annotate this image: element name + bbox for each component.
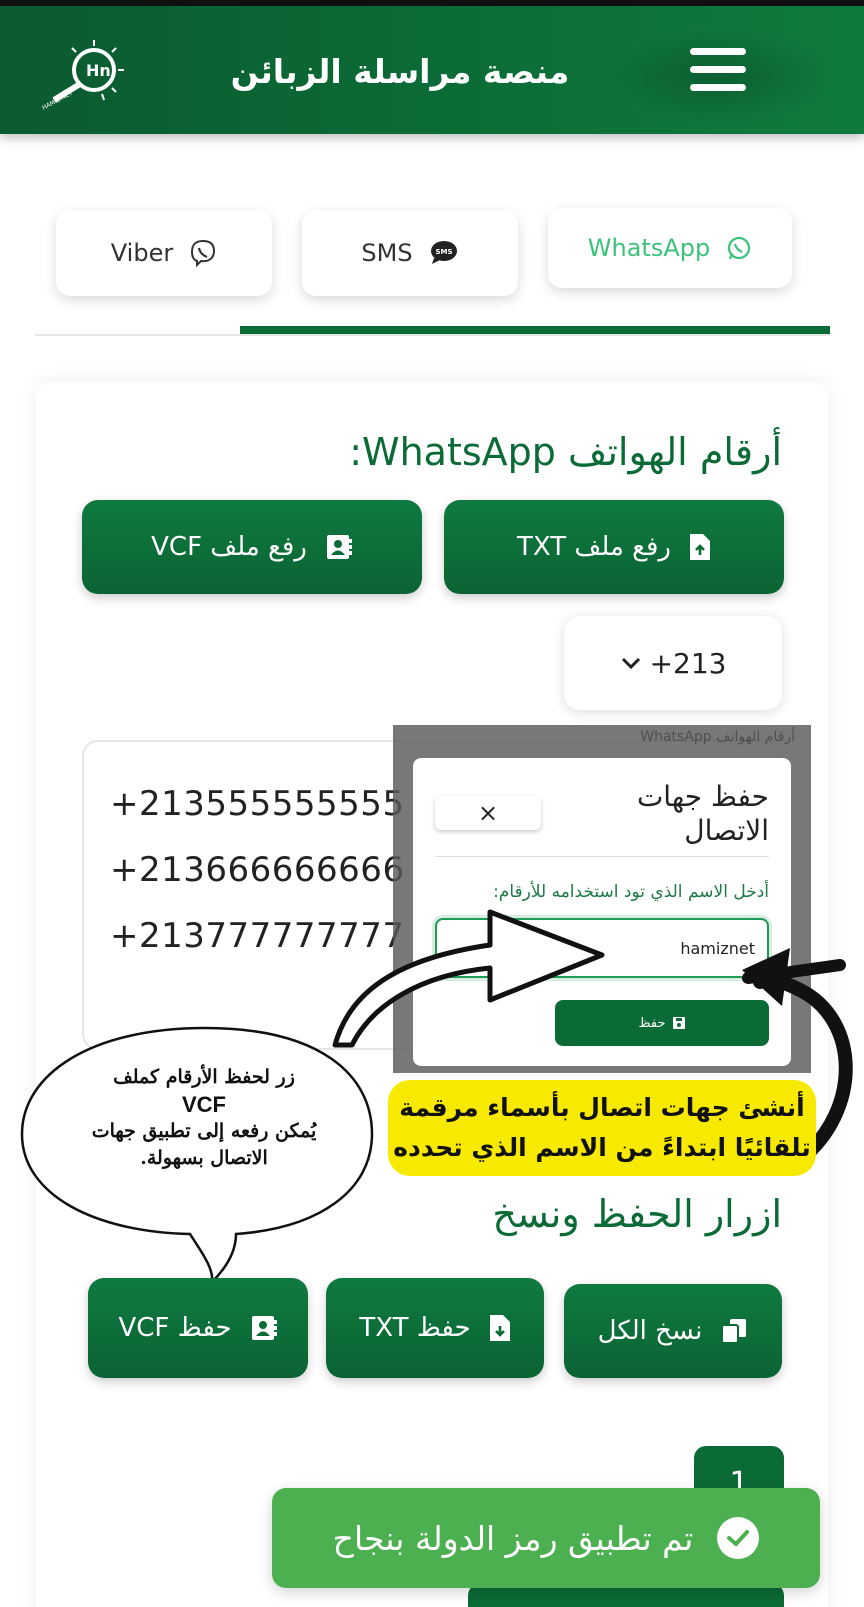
check-circle-icon [717, 1517, 760, 1559]
pointer-arrow-icon [332, 909, 605, 1048]
toast-message: تم تطبيق رمز الدولة بنجاح [332, 1518, 694, 1558]
contact-book-icon [251, 1316, 277, 1340]
save-txt-button[interactable]: حفظ TXT [326, 1278, 544, 1378]
annotation-highlight-note: أنشئ جهات اتصال بأسماء مرقمة تلقائيًا اب… [388, 1080, 816, 1176]
success-toast: تم تطبيق رمز الدولة بنجاح [272, 1488, 820, 1588]
copy-all-label: نسخ الكل [597, 1316, 703, 1346]
save-vcf-label: حفظ VCF [118, 1313, 232, 1343]
bubble-line-vcf: VCF [182, 1092, 226, 1117]
save-section-title: ازرار الحفظ ونسخ [492, 1192, 782, 1236]
bubble-line: زر لحفظ الأرقام كملف [113, 1066, 295, 1088]
copy-all-button[interactable]: نسخ الكل [564, 1284, 782, 1378]
save-txt-label: حفظ TXT [359, 1313, 471, 1343]
bubble-line: يُمكن رفعه إلى تطبيق جهات الاتصال بسهولة… [91, 1120, 317, 1169]
copy-icon [721, 1319, 747, 1344]
file-download-icon [489, 1315, 510, 1341]
save-vcf-button[interactable]: حفظ VCF [88, 1278, 308, 1378]
speech-bubble-text: زر لحفظ الأرقام كملف VCF يُمكن رفعه إلى … [60, 1064, 348, 1172]
